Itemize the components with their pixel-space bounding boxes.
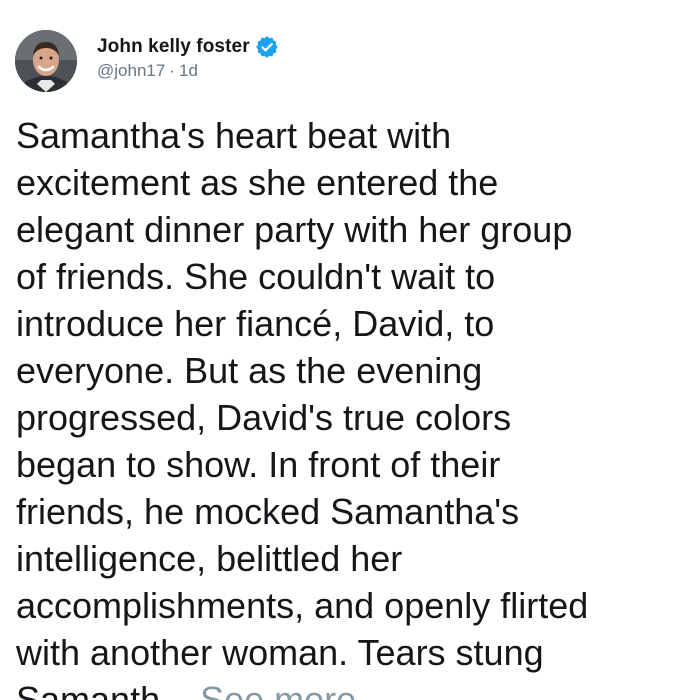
author-handle[interactable]: @john17 bbox=[97, 61, 165, 80]
tweet-header: John kelly foster @john17 · 1d bbox=[15, 30, 278, 96]
see-more-link[interactable]: See more bbox=[200, 679, 356, 700]
name-row: John kelly foster bbox=[97, 34, 278, 60]
author-display-name[interactable]: John kelly foster bbox=[97, 36, 250, 58]
author-identity: John kelly foster @john17 · 1d bbox=[97, 34, 278, 81]
tweet-body: Samantha's heart beat with excitement as… bbox=[16, 112, 692, 700]
tweet-body-text: Samantha's heart beat with excitement as… bbox=[16, 115, 589, 700]
meta-separator: · bbox=[169, 61, 175, 80]
tweet-meta: @john17 · 1d bbox=[97, 61, 278, 81]
avatar[interactable] bbox=[15, 30, 77, 92]
tweet-timestamp[interactable]: 1d bbox=[179, 61, 198, 80]
verified-badge-icon bbox=[255, 36, 278, 58]
tweet-card: John kelly foster @john17 · 1d Samantha's … bbox=[0, 0, 700, 700]
